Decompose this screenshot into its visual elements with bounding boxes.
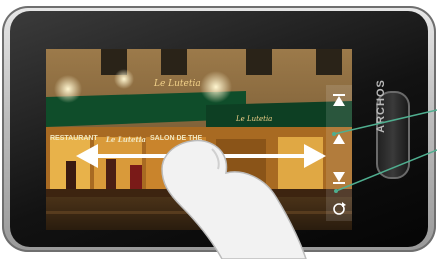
callout-lines (332, 109, 437, 193)
